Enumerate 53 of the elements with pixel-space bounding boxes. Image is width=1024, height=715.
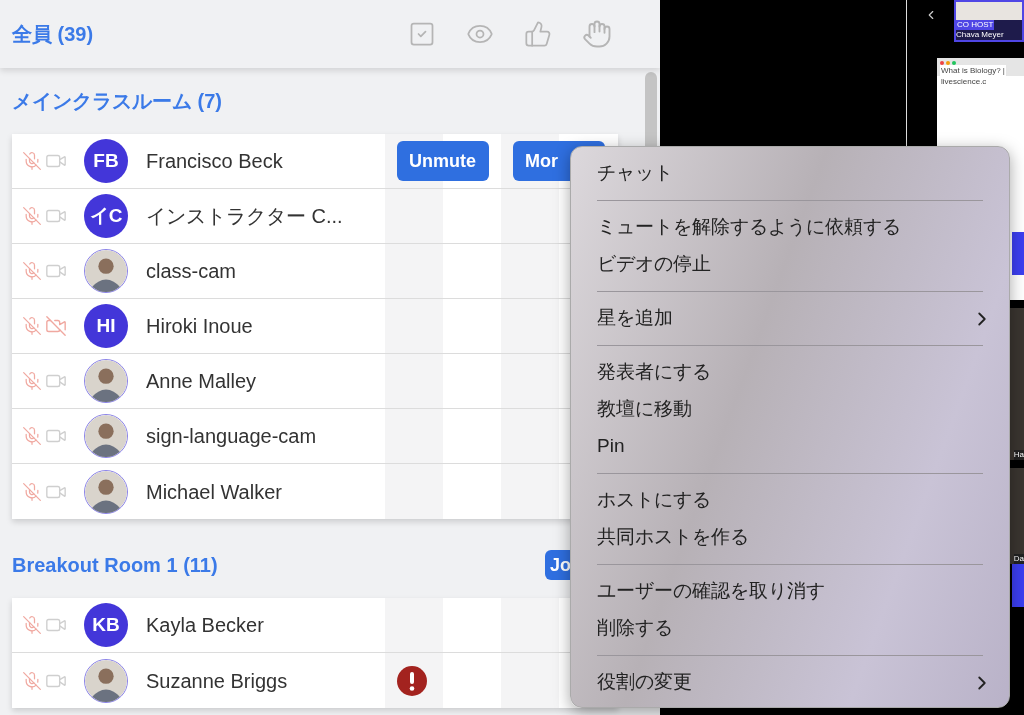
avatar: イC — [84, 194, 128, 238]
participant-name: Anne Malley — [146, 369, 257, 394]
mic-off-icon — [22, 316, 42, 336]
tile-name: Chava Meyer — [956, 30, 1004, 40]
avatar-icon — [84, 359, 128, 403]
tile-name: Ha — [1013, 450, 1024, 460]
avatar-icon — [84, 414, 128, 458]
tile-button[interactable] — [1012, 564, 1024, 607]
mic-off-icon — [22, 261, 42, 281]
participant-name: sign-language-cam — [146, 424, 317, 449]
menu-item[interactable]: 星を追加 — [571, 300, 1009, 337]
participant-name: Hiroki Inoue — [146, 314, 253, 339]
menu-item[interactable]: ホストにする — [571, 482, 1009, 519]
participant-name: Suzanne Briggs — [146, 668, 288, 694]
menu-item[interactable]: ユーザーの確認を取り消す — [571, 573, 1009, 610]
section-title: メインクラスルーム (7) — [12, 89, 222, 114]
mic-off-icon — [22, 206, 42, 226]
menu-item[interactable]: 発表者にする — [571, 354, 1009, 391]
mic-off-icon — [22, 426, 42, 446]
avatar: HI — [84, 304, 128, 348]
action-button[interactable]: Unmute — [397, 141, 489, 181]
menu-item[interactable]: Pin — [571, 428, 1009, 465]
header-title: 全員 (39) — [12, 22, 94, 47]
section-title: Breakout Room 1 (11) — [12, 553, 218, 578]
mic-off-icon — [22, 481, 42, 502]
avatar-icon — [84, 249, 128, 293]
checkbox-icon[interactable] — [408, 20, 436, 48]
participant-name: Kayla Becker — [146, 613, 264, 638]
thumbs-up-icon[interactable] — [524, 20, 552, 48]
participant-name: Francisco Beck — [146, 149, 283, 174]
menu-item[interactable]: ビデオの停止 — [571, 246, 1009, 283]
mic-off-icon — [22, 670, 42, 691]
browser-url: livescience.c — [940, 76, 988, 88]
menu-item[interactable]: 削除する — [571, 610, 1009, 647]
hand-icon[interactable] — [582, 19, 612, 49]
mic-off-icon — [22, 371, 42, 391]
participant-name: class-cam — [146, 259, 236, 284]
cohost-badge: CO HOST — [956, 20, 995, 30]
menu-item[interactable]: ミュートを解除するように依頼する — [571, 209, 1009, 246]
avatar: KB — [84, 603, 128, 647]
mic-off-icon — [22, 151, 42, 171]
avatar-icon — [84, 469, 128, 514]
browser-tab[interactable]: What is Biology? | — [940, 65, 1006, 76]
tile-button[interactable] — [1012, 232, 1024, 275]
participant-name: Michael Walker — [146, 479, 282, 505]
avatar: FB — [84, 139, 128, 183]
mic-off-icon — [22, 615, 42, 635]
participant-name: インストラクター C... — [146, 204, 343, 229]
menu-item[interactable]: 役割の変更 — [571, 664, 1009, 701]
avatar-icon — [84, 658, 128, 703]
menu-item[interactable]: 教壇に移動 — [571, 391, 1009, 428]
tile-name: Da — [1013, 554, 1024, 564]
menu-item[interactable]: 共同ホストを作る — [571, 519, 1009, 556]
